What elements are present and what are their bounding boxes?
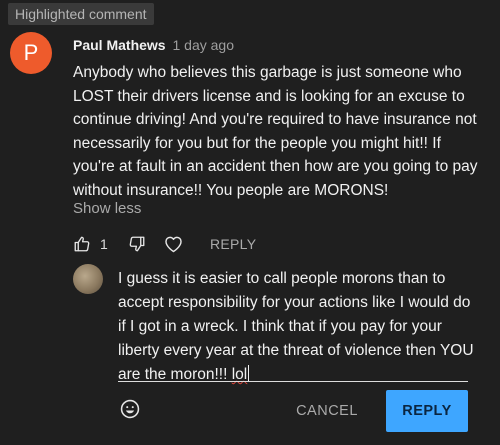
cancel-button[interactable]: CANCEL	[280, 394, 374, 428]
comment-text: Anybody who believes this garbage is jus…	[73, 64, 478, 199]
heart-button[interactable]	[164, 234, 183, 254]
thumbs-up-icon	[74, 236, 90, 252]
comment-actions: 1 REPLY	[73, 234, 373, 254]
dislike-button[interactable]	[128, 234, 146, 254]
reply-input[interactable]: I guess it is easier to call people moro…	[118, 267, 482, 387]
comment-header: Paul Mathews 1 day ago	[73, 37, 234, 53]
heart-icon	[165, 236, 182, 253]
reply-input-text: I guess it is easier to call people moro…	[118, 270, 474, 383]
current-user-avatar	[73, 264, 103, 294]
author-name[interactable]: Paul Mathews	[73, 37, 166, 53]
thumbs-down-icon	[129, 236, 145, 252]
highlighted-comment-badge: Highlighted comment	[8, 3, 154, 25]
like-button[interactable]	[73, 234, 91, 254]
emoji-button[interactable]	[119, 398, 141, 420]
like-count: 1	[100, 236, 108, 252]
reply-input-underline	[118, 381, 468, 382]
comment-timestamp[interactable]: 1 day ago	[172, 37, 234, 53]
show-less-button[interactable]: Show less	[73, 200, 141, 217]
author-avatar[interactable]: P	[10, 32, 52, 74]
submit-reply-button[interactable]: REPLY	[386, 390, 468, 432]
reply-link[interactable]: REPLY	[210, 234, 256, 254]
emoji-icon	[120, 399, 140, 419]
text-cursor	[248, 365, 250, 382]
